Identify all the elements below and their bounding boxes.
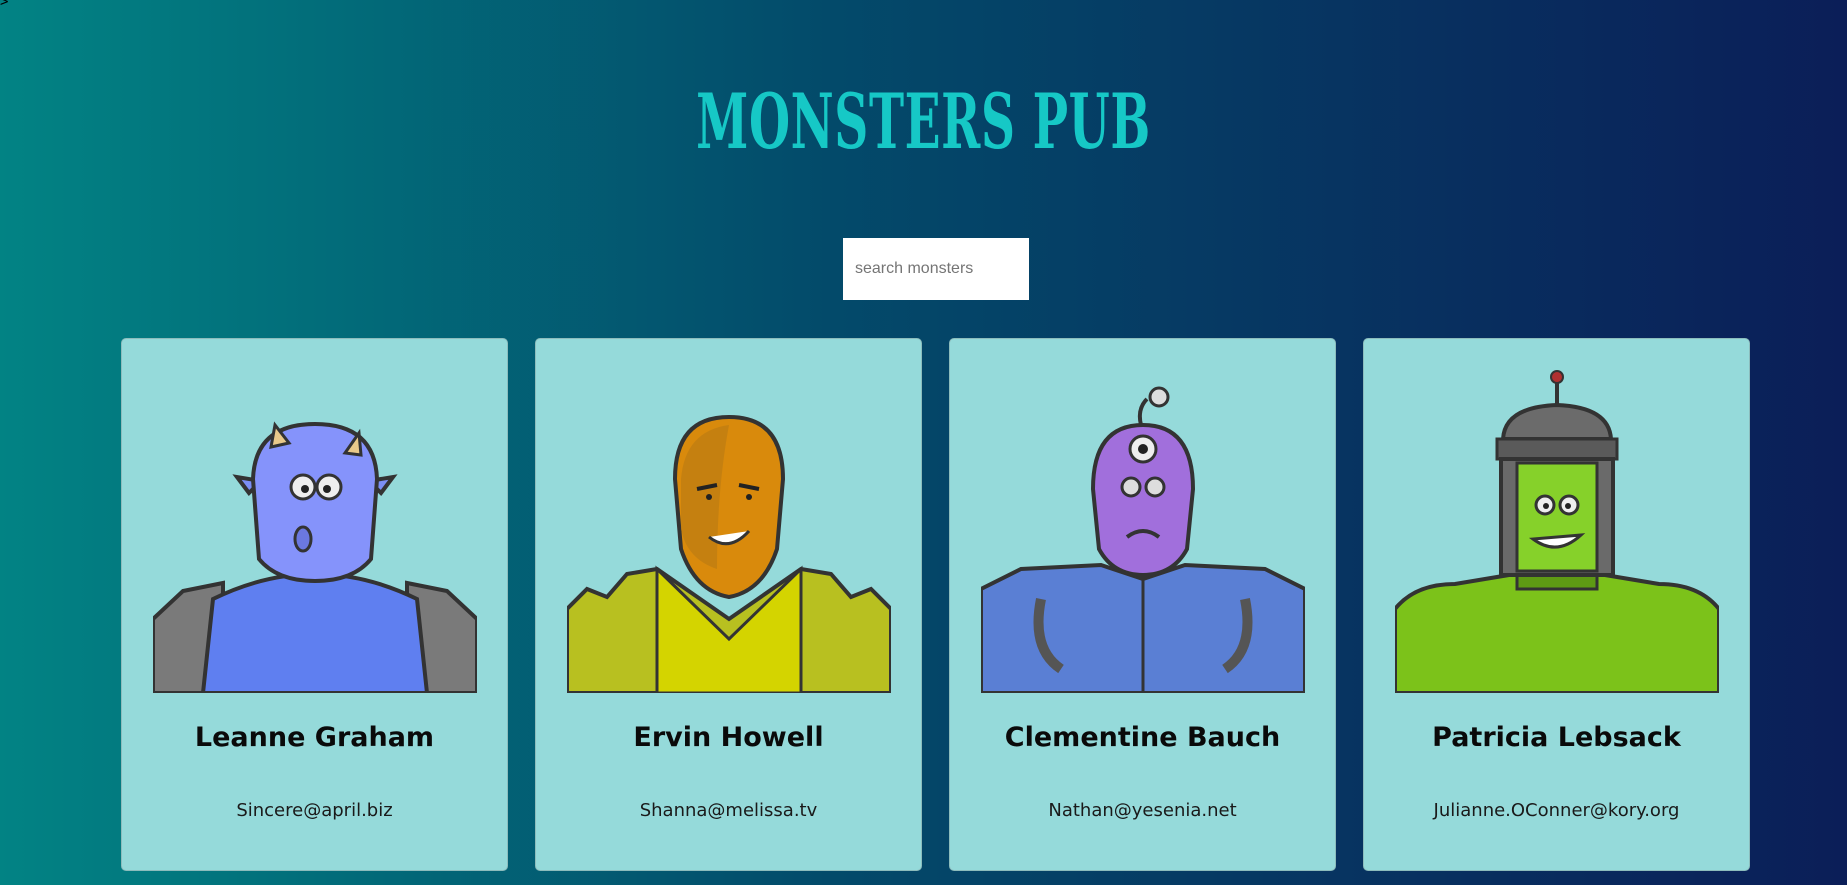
- monster-email: Sincere@april.biz: [236, 800, 393, 821]
- search-input[interactable]: [843, 238, 1029, 300]
- monster-name: Ervin Howell: [633, 722, 824, 753]
- green-robot-monster-icon: [1395, 370, 1719, 693]
- monster-email: Nathan@yesenia.net: [1048, 800, 1237, 821]
- monster-name: Patricia Lebsack: [1432, 722, 1681, 753]
- monster-card[interactable]: Leanne Graham Sincere@april.biz: [121, 338, 508, 871]
- monster-card[interactable]: Clementine Bauch Nathan@yesenia.net: [949, 338, 1336, 871]
- blue-horned-monster-icon: [153, 421, 477, 693]
- monster-name: Leanne Graham: [194, 722, 435, 753]
- purple-cyclops-monster-icon: [981, 386, 1305, 693]
- stray-text: >: [0, 0, 9, 10]
- monster-card[interactable]: Patricia Lebsack Julianne.OConner@kory.o…: [1363, 338, 1750, 871]
- monster-card[interactable]: Ervin Howell Shanna@melissa.tv: [535, 338, 922, 871]
- monster-name: Clementine Bauch: [1004, 722, 1281, 753]
- monster-email: Julianne.OConner@kory.org: [1433, 800, 1680, 821]
- monster-email: Shanna@melissa.tv: [639, 800, 818, 821]
- page-title: MONSTERS PUB: [696, 77, 1151, 166]
- orange-hooded-monster-icon: [567, 414, 891, 693]
